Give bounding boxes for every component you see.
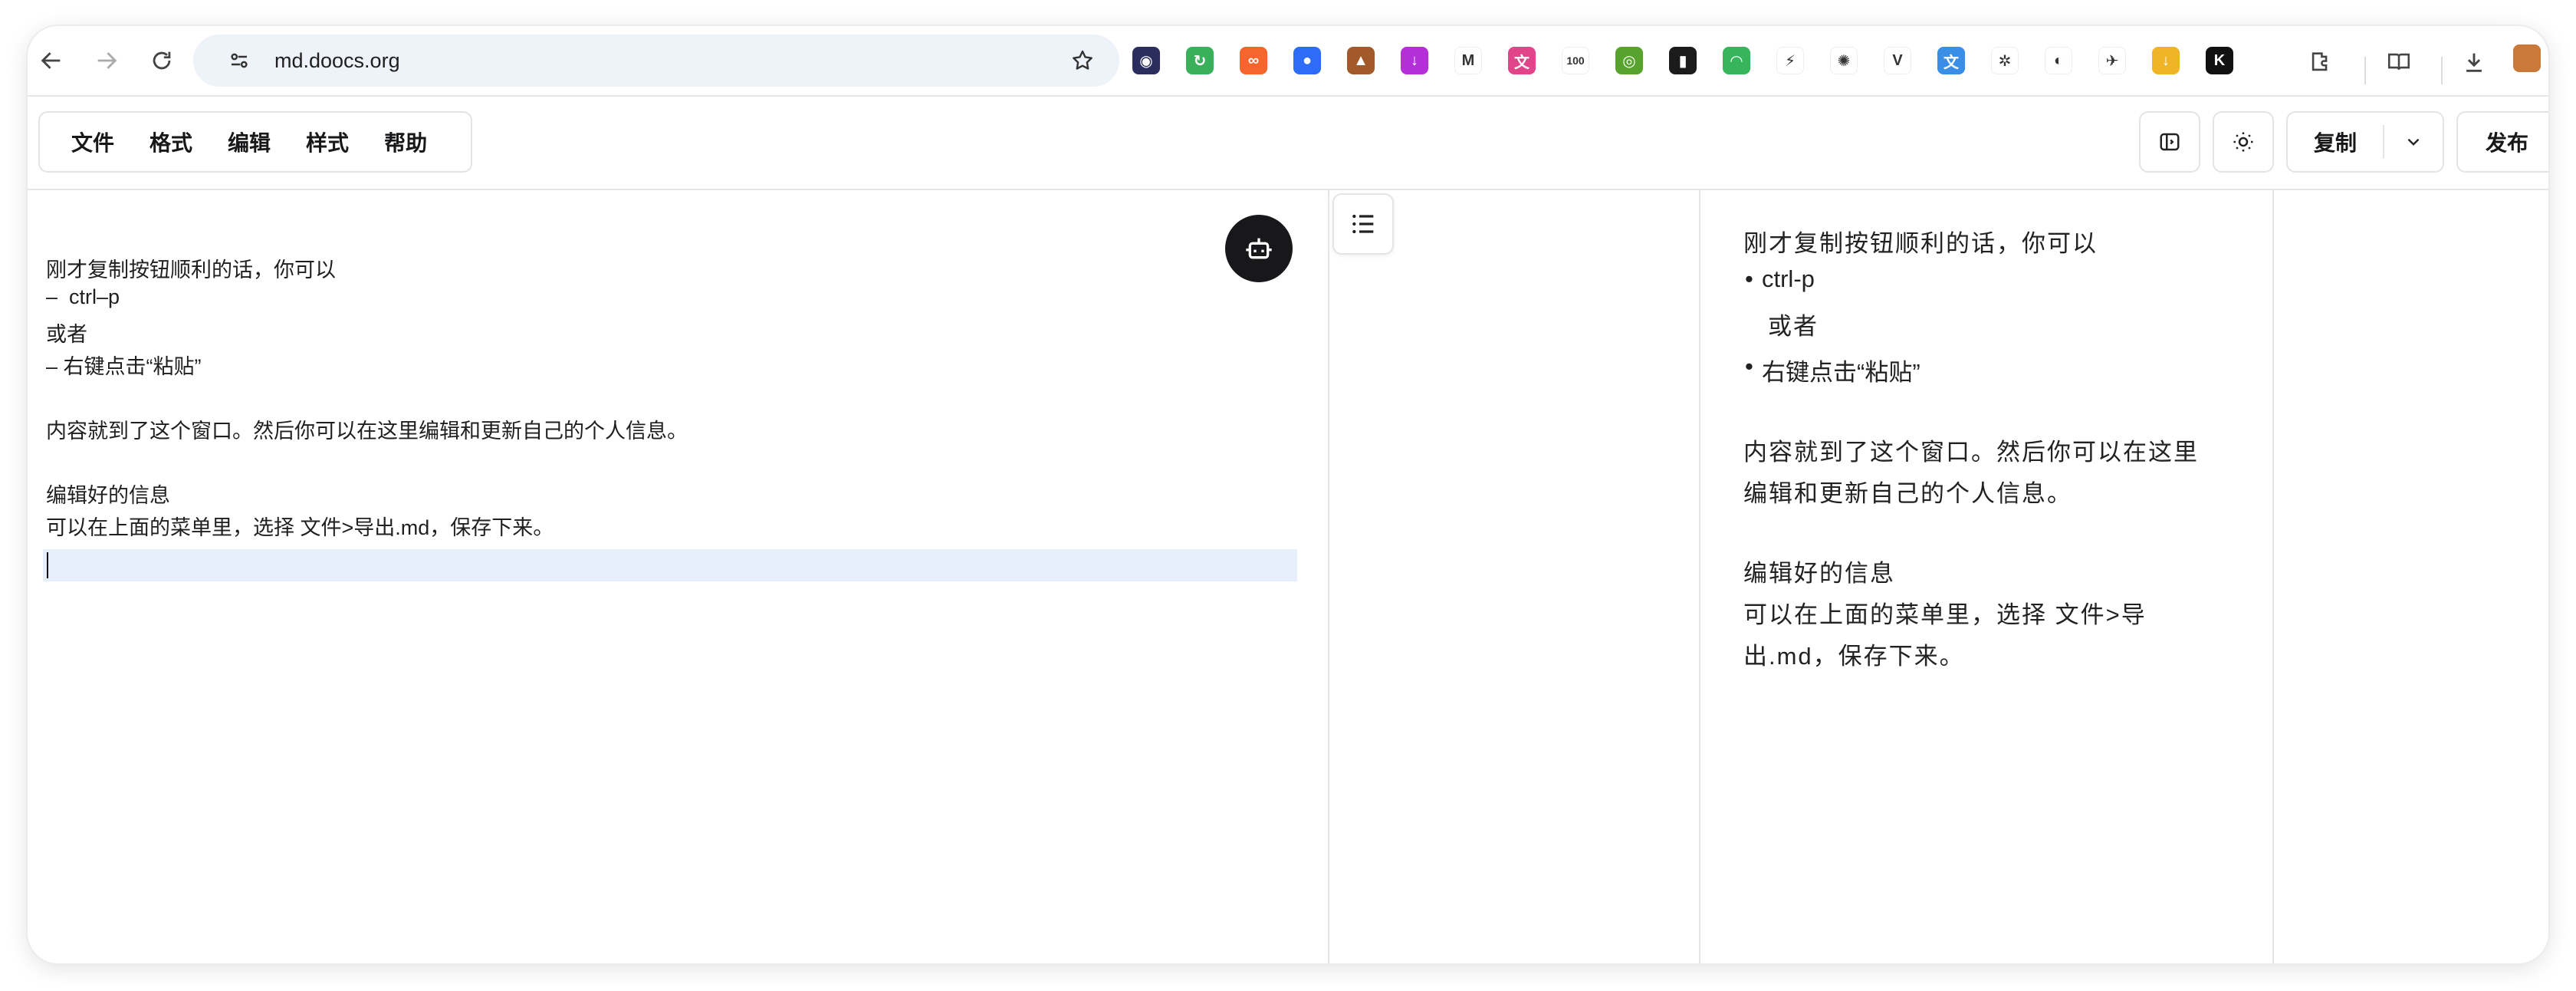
url-text[interactable]: md.doocs.org (274, 49, 1067, 73)
ext-4-icon[interactable]: ● (1293, 47, 1321, 74)
preview-paragraph: 刚才复制按钮顺利的话，你可以 (1743, 230, 2098, 257)
extensions-puzzle-icon[interactable] (2303, 44, 2338, 80)
preview-paragraph: 内容就到了这个窗口。然后你可以在这里 (1743, 439, 2199, 466)
ext-9-icon[interactable]: 100 (1562, 47, 1589, 74)
preview-list-item: 右键点击“粘贴” (1762, 359, 1921, 386)
preview-list-item: ctrl-p (1762, 265, 1815, 292)
ext-1-icon[interactable]: ◉ (1132, 47, 1160, 74)
menu-style[interactable]: 样式 (288, 127, 366, 157)
copy-options-button[interactable] (2384, 132, 2443, 152)
toggle-sidebar-button[interactable] (2139, 111, 2200, 173)
ext-15-icon[interactable]: V (1884, 47, 1911, 74)
ai-assistant-button[interactable] (1225, 215, 1293, 282)
ext-17-icon[interactable]: ✲ (1991, 47, 2019, 74)
browser-toolbar: md.doocs.org ◉ ↻ ∞ ● ▲ ↓ M 文 100 ◎ ▮ ◠ ⚡ ✺ V 文 ✲ ◐ ✈ ↓ K (28, 26, 2548, 95)
list-icon (1352, 214, 1374, 234)
menu-edit[interactable]: 编辑 (210, 127, 288, 157)
ext-12-icon[interactable]: ◠ (1723, 47, 1750, 74)
menubar: 文件 格式 编辑 样式 帮助 (38, 111, 472, 173)
ext-19-icon[interactable]: ✈ (2098, 47, 2126, 74)
chevron-down-icon (2407, 138, 2420, 146)
profile-avatar[interactable] (2513, 44, 2541, 72)
bullet-marker: • (1745, 265, 1753, 292)
bookmark-star-icon[interactable] (1067, 45, 1098, 76)
publish-button[interactable]: 发布 (2456, 111, 2548, 173)
ext-11-icon[interactable]: ▮ (1669, 47, 1697, 74)
site-settings-icon[interactable] (224, 45, 255, 76)
editor-line[interactable]: 内容就到了这个窗口。然后你可以在这里编辑和更新自己的个人信息。 (46, 414, 688, 444)
ext-13-icon[interactable]: ⚡ (1776, 47, 1804, 74)
editor-line[interactable]: – ctrl–p (46, 285, 120, 309)
preview-paragraph: 可以在上面的菜单里，选择 文件>导 (1743, 601, 2147, 628)
ext-14-icon[interactable]: ✺ (1830, 47, 1858, 74)
editor-line[interactable]: 刚才复制按钮顺利的话，你可以 (46, 253, 336, 283)
forward-icon[interactable] (89, 43, 124, 78)
ext-7-icon[interactable]: M (1454, 47, 1482, 74)
preview-pane: 刚才复制按钮顺利的话，你可以 • ctrl-p 或者 • 右键点击“粘贴” 内容… (1329, 190, 2548, 963)
ext-5-icon[interactable]: ▲ (1347, 47, 1375, 74)
editor-line[interactable]: 可以在上面的菜单里，选择 文件>导出.md，保存下来。 (46, 511, 554, 541)
menu-format[interactable]: 格式 (132, 127, 210, 157)
preview-document: 刚才复制按钮顺利的话，你可以 • ctrl-p 或者 • 右键点击“粘贴” 内容… (1699, 190, 2274, 963)
ext-16-icon[interactable]: 文 (1937, 47, 1965, 74)
menu-help[interactable]: 帮助 (366, 127, 445, 157)
reading-mode-icon[interactable] (2381, 44, 2417, 80)
extensions-strip: ◉ ↻ ∞ ● ▲ ↓ M 文 100 ◎ ▮ ◠ ⚡ ✺ V 文 ✲ ◐ ✈ ↓ K (1119, 41, 2246, 80)
app-header: 文件 格式 编辑 样式 帮助 复制 发布 (28, 97, 2548, 190)
toolbar-divider (2441, 57, 2443, 84)
editor-line[interactable]: – 右键点击“粘贴” (46, 350, 202, 380)
ext-18-icon[interactable]: ◐ (2045, 47, 2072, 74)
bullet-marker: • (1745, 353, 1753, 380)
preview-paragraph: 编辑好的信息 (1743, 560, 1895, 587)
reload-icon[interactable] (144, 43, 179, 78)
ext-3-icon[interactable]: ∞ (1240, 47, 1267, 74)
copy-button[interactable]: 复制 (2288, 127, 2383, 157)
ext-10-icon[interactable]: ◎ (1615, 47, 1643, 74)
theme-toggle-button[interactable] (2213, 111, 2274, 173)
panel-left-icon (2160, 133, 2180, 151)
bot-icon (1246, 238, 1272, 259)
copy-button-group: 复制 (2286, 111, 2444, 173)
ext-6-icon[interactable]: ↓ (1401, 47, 1428, 74)
text-cursor (47, 552, 48, 578)
preview-paragraph: 编辑和更新自己的个人信息。 (1743, 480, 2072, 507)
address-bar[interactable]: md.doocs.org (193, 35, 1119, 87)
ext-8-icon[interactable]: 文 (1508, 47, 1536, 74)
editor-line[interactable]: 或者 (46, 318, 87, 347)
toc-button[interactable] (1332, 193, 1394, 255)
downloads-icon[interactable] (2456, 44, 2492, 80)
active-line-highlight (43, 549, 1297, 581)
ext-20-icon[interactable]: ↓ (2152, 47, 2180, 74)
markdown-editor[interactable]: 刚才复制按钮顺利的话，你可以 – ctrl–p 或者 – 右键点击“粘贴” 内容… (28, 190, 1329, 963)
ext-2-icon[interactable]: ↻ (1186, 47, 1214, 74)
preview-paragraph: 出.md，保存下来。 (1743, 643, 1965, 670)
editor-line[interactable]: 编辑好的信息 (46, 479, 170, 509)
menu-file[interactable]: 文件 (54, 127, 132, 157)
browser-window: md.doocs.org ◉ ↻ ∞ ● ▲ ↓ M 文 100 ◎ ▮ ◠ ⚡ ✺ V 文 ✲ ◐ ✈ ↓ K 文件 … (28, 26, 2548, 963)
preview-list-item-cont: 或者 (1768, 313, 1819, 340)
sun-icon (2233, 132, 2253, 152)
toolbar-divider (2364, 57, 2366, 84)
back-icon[interactable] (34, 43, 69, 78)
ext-21-icon[interactable]: K (2206, 47, 2233, 74)
